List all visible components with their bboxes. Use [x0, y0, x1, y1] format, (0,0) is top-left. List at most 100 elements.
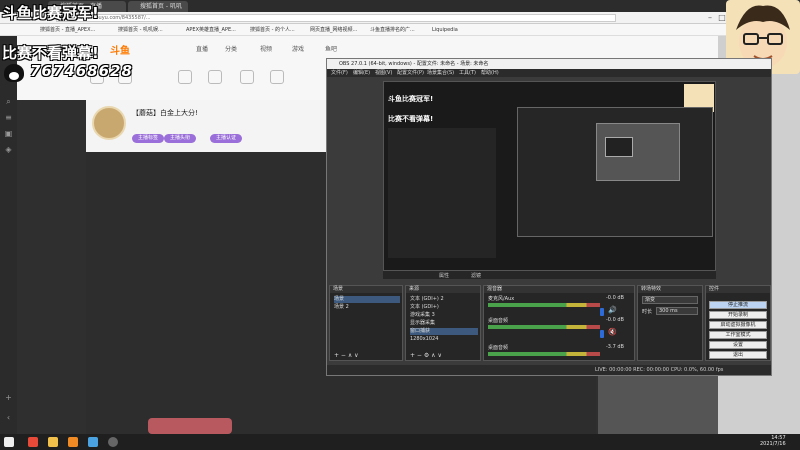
left-sidebar: ⌕ ≡ ▣ ◈ + ‹ — [0, 36, 17, 434]
source-controls[interactable]: + − ⚙ ∧ ∨ — [410, 352, 442, 359]
site-logo[interactable]: 斗鱼 — [110, 42, 150, 57]
transitions-panel: 转场特效 渐变 时长 300 ms — [637, 285, 703, 361]
scene-controls[interactable]: + − ∧ ∨ — [334, 352, 359, 359]
game-icon[interactable]: ◈ — [3, 144, 14, 155]
app-icon[interactable] — [88, 437, 98, 447]
overlay-qq-number: 767468628 — [30, 62, 133, 80]
nav-item-game[interactable]: 游戏 — [292, 44, 304, 53]
streamer-title-badge[interactable]: 主播头衔 — [164, 134, 197, 143]
overlay-line-1: 斗鱼比赛冠军! — [2, 4, 99, 22]
bookmark-item[interactable]: 斗鱼直播排名的广... — [370, 25, 415, 35]
folder-icon[interactable] — [48, 437, 58, 447]
speaker-muted-icon[interactable]: 🔇 — [608, 328, 617, 336]
windows-taskbar — [0, 434, 800, 450]
nav-item-live[interactable]: 直播 — [196, 44, 208, 53]
virtual-camera-button[interactable]: 启动虚拟摄像机 — [709, 321, 767, 329]
room-title: 【蘑菇】白金上大分! — [132, 109, 198, 117]
minimize-icon[interactable]: – — [704, 12, 716, 24]
panel-title: 来源 — [406, 286, 480, 293]
bookmark-item[interactable]: 搜狐首页 - 叽叽娱... — [118, 25, 163, 35]
exit-button[interactable]: 退出 — [709, 351, 767, 359]
nav-icon[interactable] — [208, 70, 222, 84]
source-item[interactable]: 1280x1024 — [410, 336, 438, 343]
menu-view[interactable]: 视图(V) — [375, 69, 392, 77]
mixer-meter — [488, 325, 600, 329]
obs-window: OBS 27.0.1 (64-bit, windows) - 配置文件: 未命名… — [326, 58, 772, 376]
menu-tools[interactable]: 工具(T) — [459, 69, 476, 77]
menu-file[interactable]: 文件(F) — [331, 69, 348, 77]
preview-sidebar — [388, 128, 496, 258]
source-item[interactable]: 游戏采集 3 — [410, 312, 435, 319]
properties-button[interactable]: 属性 — [439, 272, 449, 279]
stop-stream-button[interactable]: 停止推流 — [709, 301, 767, 309]
streamer-avatar[interactable] — [92, 106, 126, 140]
bookmarks-bar: 搜狐首页 - 直播_APEX... 搜狐首页 - 叽叽娱... APEX英雄直播… — [0, 24, 800, 36]
menu-profile[interactable]: 配置文件(P) — [397, 69, 424, 77]
app-icon[interactable] — [28, 437, 38, 447]
qq-penguin-icon — [4, 64, 24, 82]
nav-icon[interactable] — [270, 70, 284, 84]
bookmark-item[interactable]: APEX英雄直播_APE... — [186, 25, 236, 35]
nav-item-category[interactable]: 分类 — [225, 44, 237, 53]
browser-icon[interactable] — [68, 437, 78, 447]
address-bar-area: https://www.douyu.com/8435587/... — [0, 12, 800, 24]
transition-select[interactable]: 渐变 — [642, 296, 698, 304]
streamer-tag[interactable]: 主播标签 — [132, 134, 165, 143]
source-item[interactable]: 文本 (GDI+) 2 — [410, 296, 444, 303]
mixer-meter — [488, 303, 600, 307]
volume-slider[interactable] — [600, 330, 604, 338]
nav-icon[interactable] — [240, 70, 254, 84]
menu-scene-collection[interactable]: 场景集合(S) — [427, 69, 454, 77]
studio-mode-button[interactable]: 工作室模式 — [709, 331, 767, 339]
mixer-meter — [488, 352, 600, 356]
source-item[interactable]: 窗口捕获 — [410, 328, 478, 335]
url-input[interactable]: https://www.douyu.com/8435587/... — [56, 14, 616, 22]
overlay-line-2: 比赛不看弹幕! — [2, 44, 99, 62]
obs-menu-bar: 文件(F) 编辑(E) 视图(V) 配置文件(P) 场景集合(S) 工具(T) … — [327, 69, 771, 77]
source-item[interactable]: 显示器采集 — [410, 320, 435, 327]
list-icon[interactable]: ≡ — [3, 112, 14, 123]
mixer-db: -0.0 dB — [606, 295, 624, 301]
preview-overlay-line-2: 比赛不看弹幕! — [388, 115, 434, 123]
bookmark-item[interactable]: 搜狐首页 - 的个人... — [250, 25, 295, 35]
mixer-db: -0.0 dB — [606, 317, 624, 323]
bookmark-item[interactable]: 搜狐首页 - 直播_APEX... — [40, 25, 95, 35]
settings-button[interactable]: 设置 — [709, 341, 767, 349]
mixer-channel-name: 桌面音频 — [488, 345, 509, 351]
system-clock: 14:57 2021/7/16 — [760, 435, 786, 447]
search-icon[interactable]: ⌕ — [3, 96, 14, 107]
speaker-icon[interactable]: 🔊 — [608, 306, 617, 314]
back-icon[interactable]: ‹ — [3, 412, 14, 423]
browser-tab-bar: 搜狐首页 - 直播_APEX... 搜狐首页 - 叽叽娱... — [0, 0, 800, 21]
bookmark-item[interactable]: Liquipedia — [432, 25, 458, 35]
menu-help[interactable]: 帮助(H) — [481, 69, 499, 77]
panel-title: 控件 — [706, 286, 770, 293]
clock-date: 2021/7/16 — [760, 441, 786, 447]
sources-panel: 来源 文本 (GDI+) 2 文本 (GDI+) 游戏采集 3 显示器采集 窗口… — [405, 285, 481, 361]
mixer-db: -3.7 dB — [606, 344, 624, 350]
filters-button[interactable]: 滤镜 — [471, 272, 481, 279]
danmaku-bubble — [148, 418, 232, 434]
panel-title: 混音器 — [484, 286, 634, 293]
source-item[interactable]: 文本 (GDI+) — [410, 304, 439, 311]
browser-tab[interactable]: 搜狐首页 - 叽叽娱... — [128, 1, 188, 21]
menu-edit[interactable]: 编辑(E) — [353, 69, 370, 77]
panel-title: 转场特效 — [638, 286, 702, 293]
plus-icon[interactable]: + — [3, 392, 14, 403]
bookmark-item[interactable]: 网页直播_网络视频... — [310, 25, 357, 35]
volume-slider[interactable] — [600, 308, 604, 316]
scene-item[interactable]: 场景 — [334, 296, 400, 303]
nav-icon[interactable] — [178, 70, 192, 84]
nav-item-fishbar[interactable]: 鱼吧 — [325, 44, 337, 53]
bag-icon[interactable]: ▣ — [3, 128, 14, 139]
scene-item[interactable]: 场景 2 — [334, 304, 349, 311]
mixer-channel-name: 麦克风/Aux — [488, 296, 515, 302]
start-icon[interactable] — [4, 437, 14, 447]
nav-item-video[interactable]: 视频 — [260, 44, 272, 53]
obs-icon[interactable] — [108, 437, 118, 447]
streamer-verify-badge[interactable]: 主播认证 — [210, 134, 243, 143]
start-record-button[interactable]: 开始录制 — [709, 311, 767, 319]
duration-input[interactable]: 300 ms — [656, 307, 698, 315]
mixer-channel-name: 桌面音频 — [488, 318, 509, 324]
obs-status-bar: LIVE: 00:00:00 REC: 00:00:00 CPU: 0.0%, … — [327, 365, 771, 375]
